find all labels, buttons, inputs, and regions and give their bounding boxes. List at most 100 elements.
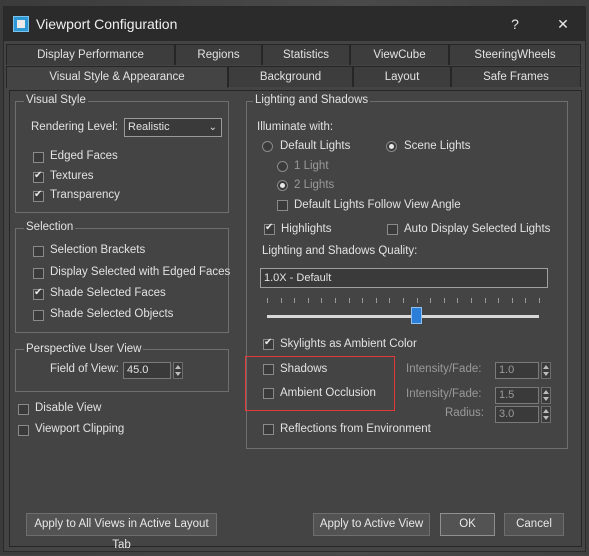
title-bar: Viewport Configuration ? ✕	[4, 7, 585, 41]
two-lights-radio[interactable]	[277, 180, 288, 191]
skylights-checkbox[interactable]	[263, 337, 274, 350]
ao-intensity-spinner[interactable]	[541, 387, 551, 404]
shadow-intensity-input[interactable]: 1.0	[495, 362, 539, 379]
radius-input[interactable]: 3.0	[495, 406, 539, 423]
slider-tick	[443, 298, 445, 303]
apply-active-view-button[interactable]: Apply to Active View	[313, 513, 430, 536]
display-selected-edged-checkbox[interactable]	[33, 268, 44, 279]
viewport-configuration-dialog: Viewport Configuration ? ✕ Display Perfo…	[3, 6, 586, 552]
slider-tick	[539, 298, 540, 303]
slider-tick	[362, 298, 364, 303]
slider-tick	[484, 298, 486, 303]
default-follow-label: Default Lights Follow View Angle	[294, 199, 461, 211]
tab-regions[interactable]: Regions	[175, 44, 262, 65]
textures-label: Textures	[50, 170, 94, 182]
edged-faces-label: Edged Faces	[50, 150, 118, 162]
disable-view-checkbox[interactable]	[18, 404, 29, 415]
selection-brackets-checkbox[interactable]	[33, 246, 44, 257]
fov-input[interactable]: 45.0	[123, 362, 171, 379]
dialog-title: Viewport Configuration	[36, 16, 178, 32]
quality-slider-thumb[interactable]	[410, 307, 422, 324]
tab-safe-frames[interactable]: Safe Frames	[451, 66, 581, 87]
tab-display-performance[interactable]: Display Performance	[6, 44, 175, 65]
shade-selected-faces-checkbox[interactable]	[33, 287, 44, 300]
auto-display-label: Auto Display Selected Lights	[404, 223, 551, 235]
disable-view-label: Disable View	[35, 402, 102, 414]
one-light-radio[interactable]	[277, 161, 288, 172]
slider-tick	[335, 298, 336, 303]
scene-lights-radio[interactable]	[386, 141, 397, 152]
tab-steeringwheels[interactable]: SteeringWheels	[449, 44, 581, 65]
slider-tick	[471, 298, 472, 303]
slider-tick	[294, 298, 296, 303]
fov-label: Field of View:	[50, 363, 119, 375]
one-light-label: 1 Light	[294, 160, 329, 172]
help-button[interactable]: ?	[501, 13, 529, 35]
slider-tick	[511, 298, 513, 303]
slider-tick	[267, 298, 268, 303]
slider-tick	[498, 298, 500, 303]
quality-display: 1.0X - Default	[260, 268, 548, 288]
perspective-group	[15, 349, 229, 392]
illuminate-label: Illuminate with:	[257, 121, 334, 133]
slider-tick	[389, 298, 391, 303]
shadows-checkbox[interactable]	[263, 364, 274, 375]
apply-all-views-button[interactable]: Apply to All Views in Active Layout Tab	[26, 513, 217, 551]
slider-tick	[525, 298, 527, 303]
viewport-clipping-checkbox[interactable]	[18, 425, 29, 436]
ambient-occlusion-checkbox[interactable]	[263, 388, 274, 399]
slider-tick	[280, 298, 282, 303]
shade-selected-objects-label: Shade Selected Objects	[50, 308, 174, 320]
lighting-group-label: Lighting and Shadows	[253, 94, 371, 106]
slider-tick	[307, 298, 309, 303]
rendering-level-value: Realistic	[128, 121, 170, 133]
reflections-checkbox[interactable]	[263, 424, 274, 435]
ao-intensity-input[interactable]: 1.5	[495, 387, 539, 404]
scene-lights-label: Scene Lights	[404, 140, 471, 152]
shade-selected-objects-checkbox[interactable]	[33, 310, 44, 321]
quality-slider-track[interactable]	[267, 315, 539, 318]
visual-style-group-label: Visual Style	[24, 94, 88, 106]
close-button[interactable]: ✕	[549, 13, 577, 35]
transparency-checkbox[interactable]	[33, 189, 44, 202]
radius-label: Radius:	[445, 407, 484, 419]
auto-display-checkbox[interactable]	[387, 224, 398, 235]
slider-tick	[375, 298, 377, 303]
two-lights-label: 2 Lights	[294, 179, 335, 191]
slider-tick	[416, 298, 418, 303]
highlights-checkbox[interactable]	[264, 222, 275, 235]
quality-slider-ticks	[267, 298, 540, 304]
slider-tick	[403, 298, 404, 303]
slider-tick	[321, 298, 323, 303]
textures-checkbox[interactable]	[33, 170, 44, 183]
radius-spinner[interactable]	[541, 406, 551, 423]
tab-background[interactable]: Background	[228, 66, 353, 87]
rendering-level-select[interactable]: Realistic ⌄	[124, 118, 222, 137]
shadows-label: Shadows	[280, 363, 328, 375]
tab-visual-style[interactable]: Visual Style & Appearance	[6, 66, 228, 88]
ao-intensity-label: Intensity/Fade:	[406, 388, 482, 400]
default-lights-radio[interactable]	[262, 141, 273, 152]
tab-layout[interactable]: Layout	[353, 66, 451, 87]
shadow-intensity-spinner[interactable]	[541, 362, 551, 379]
reflections-label: Reflections from Environment	[280, 423, 431, 435]
shade-selected-faces-label: Shade Selected Faces	[50, 287, 166, 299]
cancel-button[interactable]: Cancel	[504, 513, 564, 536]
edged-faces-checkbox[interactable]	[33, 152, 44, 163]
rendering-level-label: Rendering Level:	[31, 121, 118, 133]
shadow-intensity-label: Intensity/Fade:	[406, 363, 482, 375]
display-selected-edged-label: Display Selected with Edged Faces	[50, 266, 231, 278]
viewport-clipping-label: Viewport Clipping	[35, 423, 125, 435]
perspective-group-label: Perspective User View	[24, 343, 144, 355]
transparency-label: Transparency	[50, 189, 120, 201]
tab-viewcube[interactable]: ViewCube	[350, 44, 449, 65]
ambient-occlusion-label: Ambient Occlusion	[280, 387, 376, 399]
ok-button[interactable]: OK	[440, 513, 495, 536]
selection-group-label: Selection	[24, 221, 76, 233]
tab-statistics[interactable]: Statistics	[262, 44, 350, 65]
default-lights-label: Default Lights	[280, 140, 351, 152]
default-follow-checkbox[interactable]	[277, 200, 288, 211]
slider-tick	[348, 298, 350, 303]
skylights-label: Skylights as Ambient Color	[280, 338, 417, 350]
fov-spinner[interactable]	[173, 362, 183, 379]
